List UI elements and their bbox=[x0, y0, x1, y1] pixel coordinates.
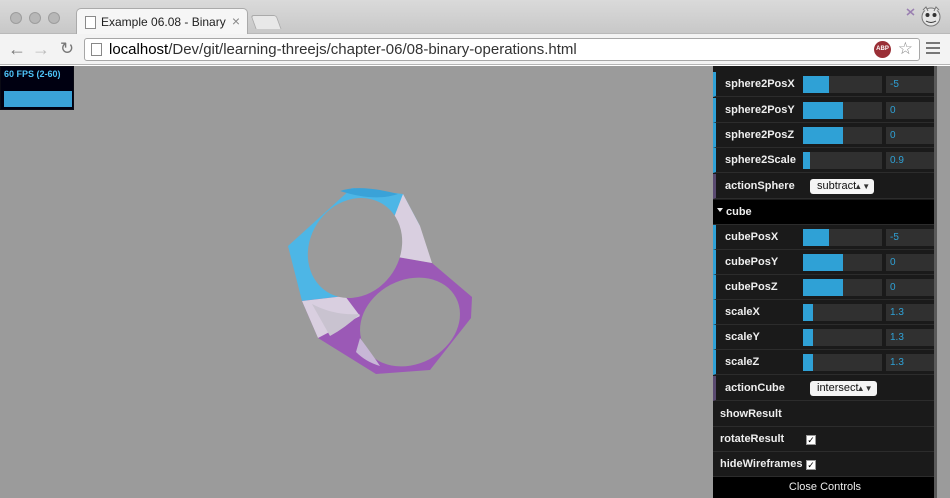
adblock-icon[interactable]: ABP bbox=[874, 41, 891, 58]
control-slider[interactable] bbox=[803, 76, 882, 93]
forward-arrow-icon[interactable]: → bbox=[31, 39, 51, 59]
control-row-sphere2posx: sphere2PosX -5 bbox=[713, 72, 937, 97]
control-label: actionCube bbox=[725, 382, 785, 394]
control-slider[interactable] bbox=[803, 279, 882, 296]
control-label: sphere2Scale bbox=[725, 154, 796, 166]
binary-operation-mesh bbox=[288, 188, 472, 374]
control-label: sphere2PosY bbox=[725, 104, 795, 116]
control-row-cubeposx: cubePosX -5 bbox=[713, 225, 937, 250]
control-slider[interactable] bbox=[803, 329, 882, 346]
folder-title: cube bbox=[726, 206, 752, 218]
new-tab-button[interactable] bbox=[250, 15, 282, 29]
control-label: showResult bbox=[720, 408, 782, 420]
control-slider[interactable] bbox=[803, 254, 882, 271]
control-slider[interactable] bbox=[803, 229, 882, 246]
tab-title: Example 06.08 - Binary operations bbox=[101, 15, 227, 29]
show-result-button[interactable]: showResult bbox=[713, 402, 937, 427]
control-row-cubeposz: cubePosZ 0 bbox=[713, 275, 937, 300]
viewport-edge bbox=[937, 66, 950, 498]
control-label: scaleZ bbox=[725, 356, 760, 368]
controls-panel: sphere2PosX -5 sphere2PosY 0 sphere2PosZ… bbox=[713, 66, 937, 498]
url-text: localhost/Dev/git/learning-threejs/chapt… bbox=[109, 41, 577, 58]
control-number-input[interactable]: -5 bbox=[886, 76, 934, 93]
control-number-input[interactable]: 1.3 bbox=[886, 329, 934, 346]
tab-close-icon[interactable]: × bbox=[232, 13, 240, 29]
window-titlebar: Example 06.08 - Binary operations × bbox=[0, 0, 950, 35]
control-row-hidewireframes: hideWireframes ✓ bbox=[713, 452, 937, 477]
control-slider[interactable] bbox=[803, 304, 882, 321]
close-controls-button[interactable]: Close Controls bbox=[713, 477, 937, 498]
zoom-window-button[interactable] bbox=[48, 12, 60, 24]
back-arrow-icon[interactable]: ← bbox=[7, 39, 27, 59]
fps-text: 60 FPS (2-60) bbox=[4, 69, 61, 79]
action-sphere-select[interactable]: subtract ▲▼ bbox=[810, 179, 875, 194]
control-label: scaleY bbox=[725, 331, 760, 343]
control-row-sphere2posz: sphere2PosZ 0 bbox=[713, 123, 937, 148]
control-row-sphere2posy: sphere2PosY 0 bbox=[713, 98, 937, 123]
hide-wireframes-checkbox[interactable]: ✓ bbox=[806, 460, 816, 470]
select-arrows-icon: ▲▼ bbox=[856, 384, 873, 393]
control-slider[interactable] bbox=[803, 102, 882, 119]
webgl-viewport[interactable]: 60 FPS (2-60) sphere2PosX -5 sphere2PosY… bbox=[0, 66, 950, 498]
control-number-input[interactable]: 0 bbox=[886, 127, 934, 144]
fps-graph bbox=[4, 91, 72, 107]
control-slider[interactable] bbox=[803, 127, 882, 144]
control-label: cubePosY bbox=[725, 256, 779, 268]
control-label: hideWireframes bbox=[720, 458, 803, 470]
bookmark-star-icon[interactable]: ☆ bbox=[898, 39, 913, 59]
reload-icon[interactable]: ↻ bbox=[57, 39, 77, 59]
control-slider[interactable] bbox=[803, 152, 882, 169]
control-label: sphere2PosX bbox=[725, 78, 795, 90]
control-label: scaleX bbox=[725, 306, 760, 318]
caret-down-icon bbox=[717, 208, 723, 212]
folder-cube[interactable]: cube bbox=[713, 200, 937, 225]
control-number-input[interactable]: 0 bbox=[886, 254, 934, 271]
control-number-input[interactable]: 1.3 bbox=[886, 304, 934, 321]
control-number-input[interactable]: 0 bbox=[886, 102, 934, 119]
control-row-actioncube: actionCube intersect ▲▼ bbox=[713, 376, 937, 401]
control-row-actionsphere: actionSphere subtract ▲▼ bbox=[713, 174, 937, 199]
control-label: actionSphere bbox=[725, 180, 795, 192]
action-cube-select[interactable]: intersect ▲▼ bbox=[810, 381, 877, 396]
browser-tab[interactable]: Example 06.08 - Binary operations × bbox=[76, 8, 248, 35]
control-row-sphere2scale: sphere2Scale 0.9 bbox=[713, 148, 937, 173]
browser-toolbar: ← → ↻ localhost/Dev/git/learning-threejs… bbox=[0, 34, 950, 65]
control-row-rotateresult: rotateResult ✓ bbox=[713, 427, 937, 452]
control-number-input[interactable]: -5 bbox=[886, 229, 934, 246]
page-icon bbox=[91, 43, 102, 56]
minimize-window-button[interactable] bbox=[29, 12, 41, 24]
control-label: cubePosX bbox=[725, 231, 779, 243]
control-label: rotateResult bbox=[720, 433, 785, 445]
page-favicon-icon bbox=[85, 16, 96, 29]
close-window-button[interactable] bbox=[10, 12, 22, 24]
control-slider[interactable] bbox=[803, 354, 882, 371]
user-avatar-icon[interactable] bbox=[904, 3, 942, 31]
control-label: sphere2PosZ bbox=[725, 129, 795, 141]
address-bar[interactable]: localhost/Dev/git/learning-threejs/chapt… bbox=[84, 38, 920, 61]
control-row-scaley: scaleY 1.3 bbox=[713, 325, 937, 350]
control-number-input[interactable]: 0.9 bbox=[886, 152, 934, 169]
rotate-result-checkbox[interactable]: ✓ bbox=[806, 435, 816, 445]
fps-stats-panel[interactable]: 60 FPS (2-60) bbox=[0, 66, 74, 110]
control-row-cubeposy: cubePosY 0 bbox=[713, 250, 937, 275]
control-row-scalex: scaleX 1.3 bbox=[713, 300, 937, 325]
control-row-scalez: scaleZ 1.3 bbox=[713, 350, 937, 375]
control-label: cubePosZ bbox=[725, 281, 778, 293]
control-number-input[interactable]: 1.3 bbox=[886, 354, 934, 371]
select-arrows-icon: ▲▼ bbox=[854, 182, 871, 191]
browser-menu-icon[interactable] bbox=[926, 42, 940, 57]
control-number-input[interactable]: 0 bbox=[886, 279, 934, 296]
